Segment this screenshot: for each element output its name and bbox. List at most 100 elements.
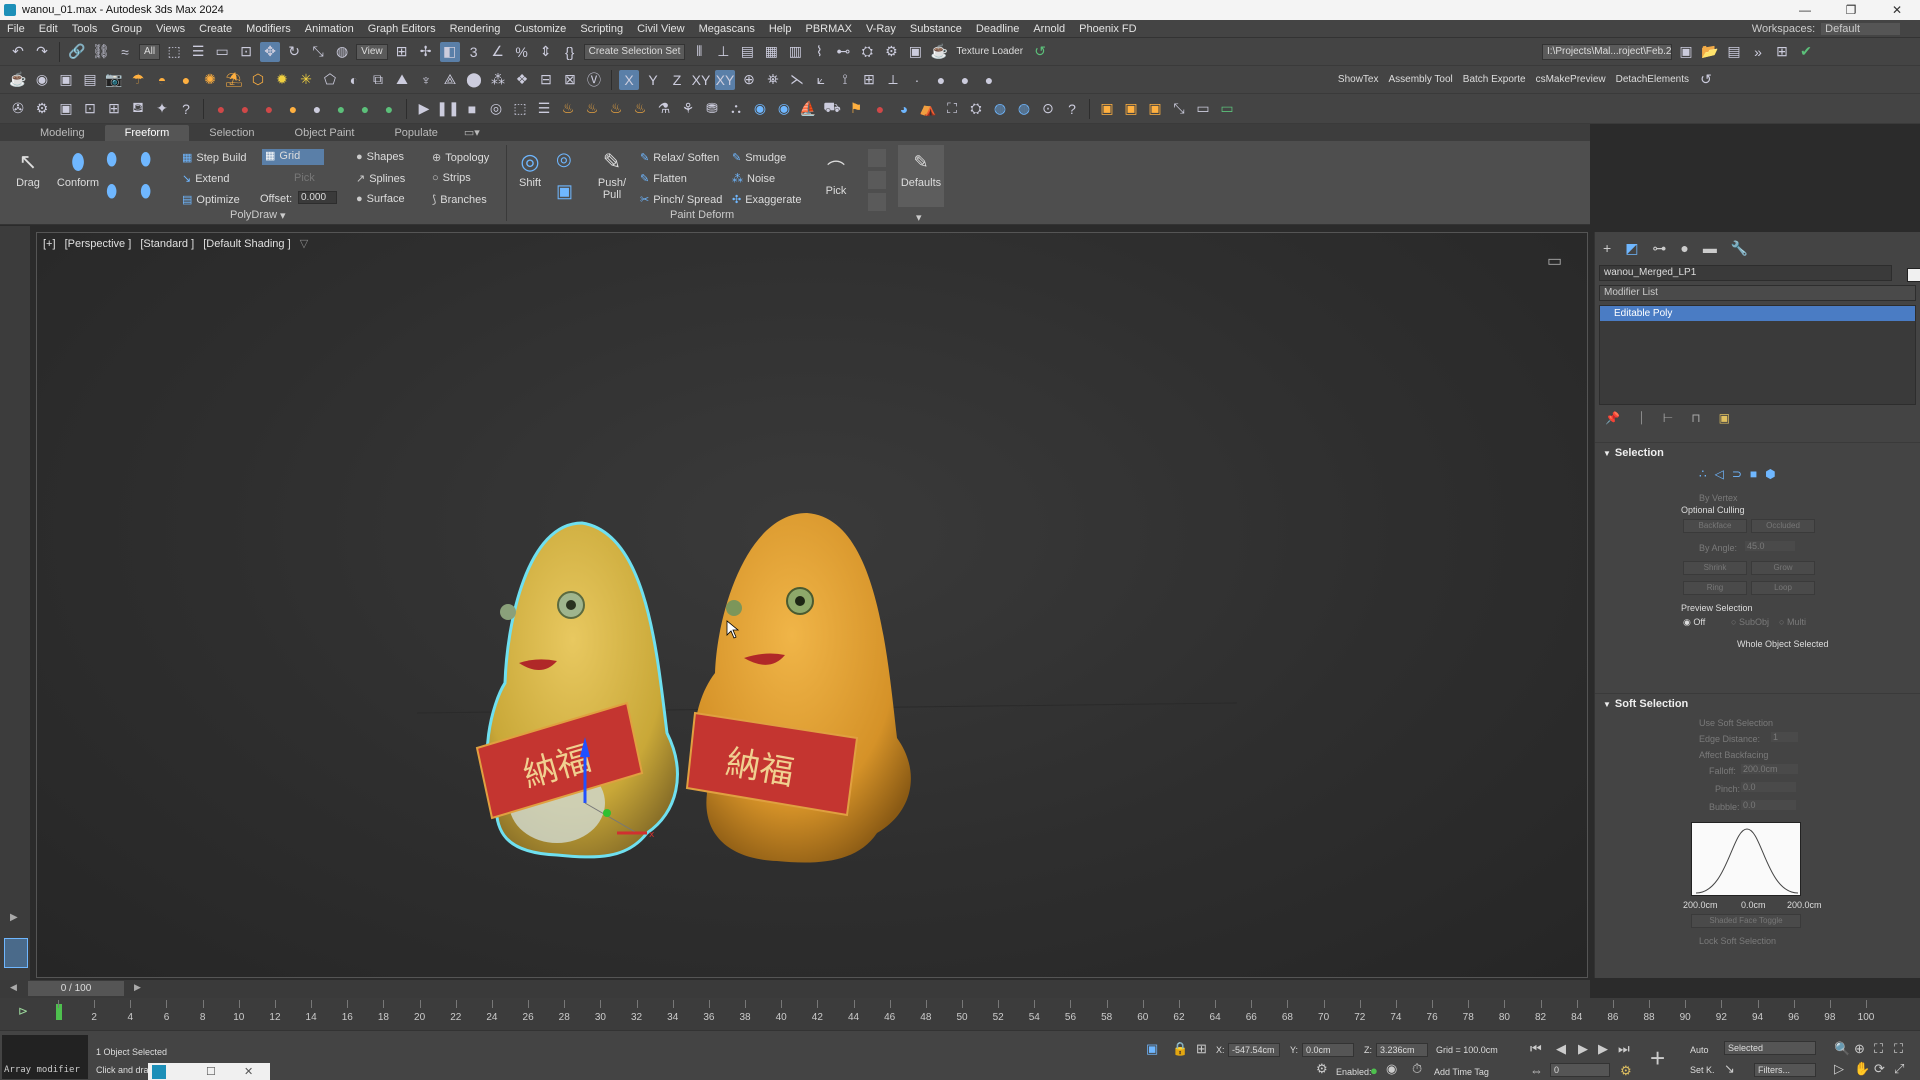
edge-distance-input[interactable]: 1: [1771, 732, 1799, 742]
pan-icon[interactable]: ✋: [1854, 1061, 1870, 1077]
tab-freeform[interactable]: Freeform: [104, 125, 190, 141]
record-icon-b[interactable]: ●: [235, 99, 255, 119]
project-folder-icon[interactable]: ▣: [1676, 42, 1696, 62]
gear-light-icon[interactable]: ✺: [200, 70, 220, 90]
fire-icon-c[interactable]: ♨: [606, 99, 626, 119]
cube-edit-icon[interactable]: ⧉: [368, 70, 388, 90]
boat-icon[interactable]: ⛵: [798, 99, 818, 119]
tool-icon-f[interactable]: ⛶: [942, 99, 962, 119]
pivot-center-icon[interactable]: ⊞: [392, 42, 412, 62]
snap-use-axis-icon[interactable]: ⊕: [739, 70, 759, 90]
ies-light-icon[interactable]: ⬡: [248, 70, 268, 90]
drag-button[interactable]: ↖ Drag: [10, 147, 46, 189]
ribbon-options-icon[interactable]: ▭▾: [458, 124, 486, 141]
workspace-dropdown[interactable]: Default: [1821, 22, 1900, 35]
sphere-gray-icon[interactable]: ◐: [344, 70, 364, 90]
topology-button[interactable]: ⊕ Topology: [432, 151, 489, 164]
asset-icon[interactable]: ⛾: [128, 99, 148, 119]
sun-icon[interactable]: ●: [176, 70, 196, 90]
mat-browser-icon[interactable]: ⊞: [104, 99, 124, 119]
snap-icon-b[interactable]: ⟀: [811, 70, 831, 90]
plane-icon[interactable]: ▤: [80, 70, 100, 90]
current-frame-field[interactable]: 0: [1550, 1063, 1610, 1077]
grass-icon[interactable]: ♆: [416, 70, 436, 90]
vray-logo-icon[interactable]: Ⓥ: [584, 70, 604, 90]
rect-selection-icon[interactable]: ▭: [212, 42, 232, 62]
by-angle-input[interactable]: 45.0: [1745, 541, 1795, 551]
curve-editor-icon[interactable]: ⌇: [809, 42, 829, 62]
snaps-toggle-icon[interactable]: 3: [464, 42, 484, 62]
subobject-level-icons[interactable]: ∴◁⊃■⬢: [1699, 467, 1784, 481]
time-prev-icon[interactable]: ◀: [10, 982, 17, 993]
placement-icon[interactable]: ◍: [332, 42, 352, 62]
overflow-chevron-icon[interactable]: »: [1748, 42, 1768, 62]
configure-sets-icon[interactable]: ▣: [1719, 411, 1730, 426]
splines-button[interactable]: ↗ Splines: [356, 172, 405, 185]
star-light-icon[interactable]: ✹: [272, 70, 292, 90]
show-end-result-icon[interactable]: ⏐: [1638, 411, 1645, 426]
clip-icon[interactable]: ⬚: [510, 99, 530, 119]
fire-icon-d[interactable]: ♨: [630, 99, 650, 119]
selection-lock-icon[interactable]: 🔒: [1172, 1041, 1188, 1057]
polydraw-chevron-icon[interactable]: ▾: [280, 209, 286, 222]
record-icon-c[interactable]: ●: [259, 99, 279, 119]
key-filter-dropdown[interactable]: Selected: [1724, 1041, 1816, 1055]
conform-brush-c-icon[interactable]: ⬮: [106, 181, 117, 202]
use-soft-selection-checkbox[interactable]: Use Soft Selection: [1699, 718, 1773, 728]
dot-gray-icon-b[interactable]: ●: [931, 70, 951, 90]
pivot-icon[interactable]: ⟂: [883, 70, 903, 90]
time-slider-knob[interactable]: 0 / 100: [28, 981, 124, 996]
render-teapot-icon[interactable]: ☕: [929, 42, 949, 62]
adaptive-degradation-icon[interactable]: ⚙: [1316, 1061, 1328, 1077]
shaded-face-toggle-button[interactable]: Shaded Face Toggle: [1691, 914, 1801, 928]
by-vertex-checkbox[interactable]: By Vertex: [1699, 493, 1738, 503]
script-icon-c[interactable]: ▣: [1145, 99, 1165, 119]
script-icon-a[interactable]: ▣: [1097, 99, 1117, 119]
redo-icon[interactable]: ↷: [32, 42, 52, 62]
shapes-button[interactable]: ● Shapes: [356, 151, 404, 163]
flatten-button[interactable]: ✎ Flatten: [640, 172, 687, 185]
menu-file[interactable]: File: [0, 23, 32, 35]
preview-icon[interactable]: ◎: [486, 99, 506, 119]
smudge-button[interactable]: ✎ Smudge: [732, 151, 786, 164]
mirror-icon[interactable]: ⫴: [689, 42, 709, 62]
preview-off-radio[interactable]: ◉ Off: [1683, 617, 1705, 628]
menu-phoenix-fd[interactable]: Phoenix FD: [1072, 23, 1143, 35]
vray-render-icon[interactable]: ✇: [8, 99, 28, 119]
tab-selection[interactable]: Selection: [189, 125, 274, 141]
align-icon[interactable]: ⊥: [713, 42, 733, 62]
arnold-icon[interactable]: ✦: [152, 99, 172, 119]
shrink-button[interactable]: Shrink: [1683, 561, 1747, 575]
enabled-toggle-icon[interactable]: ●: [1370, 1063, 1378, 1078]
perspective-viewport[interactable]: [+] [Perspective ] [Standard ] [Default …: [36, 232, 1588, 978]
menu-substance[interactable]: Substance: [903, 23, 969, 35]
script-icon-e[interactable]: ▭: [1193, 99, 1213, 119]
affect-backfacing-checkbox[interactable]: Affect Backfacing: [1699, 750, 1768, 760]
menu-modifiers[interactable]: Modifiers: [239, 23, 298, 35]
grid-icon[interactable]: ⊞: [859, 70, 879, 90]
pick-surface-label[interactable]: Pick: [294, 172, 315, 184]
make-unique-icon[interactable]: ⊢: [1663, 411, 1673, 426]
proxy-icon[interactable]: ⊟: [536, 70, 556, 90]
keyframe-marker[interactable]: [56, 1004, 62, 1020]
fire-icon-a[interactable]: ♨: [558, 99, 578, 119]
surface-button[interactable]: ● Surface: [356, 193, 405, 205]
burst-icon[interactable]: ✳: [296, 70, 316, 90]
axis-xy-cycle[interactable]: XY: [715, 69, 735, 90]
object-name-field[interactable]: wanou_Merged_LP1: [1599, 265, 1892, 281]
create-tab-icon[interactable]: +: [1603, 240, 1611, 257]
mini-curve-editor-icon[interactable]: ⊳: [18, 1004, 28, 1018]
menu-animation[interactable]: Animation: [298, 23, 361, 35]
menu-vray[interactable]: V-Ray: [859, 23, 903, 35]
occluded-button[interactable]: Occluded: [1751, 519, 1815, 533]
reference-coord-dropdown[interactable]: View: [356, 43, 388, 60]
close-button[interactable]: ✕: [1874, 3, 1920, 17]
layer-explorer-icon[interactable]: ▤: [737, 42, 757, 62]
time-slider[interactable]: ◀ 0 / 100 ▶: [0, 980, 1590, 998]
display-tab-icon[interactable]: ▬: [1703, 240, 1717, 257]
soft-selection-rollout-header[interactable]: ▼ Soft Selection: [1595, 693, 1920, 714]
fire-icon-b[interactable]: ♨: [582, 99, 602, 119]
spinner-snap-icon[interactable]: ⇕: [536, 42, 556, 62]
shift-scale-icon[interactable]: ▣: [556, 181, 573, 202]
backface-button[interactable]: Backface: [1683, 519, 1747, 533]
